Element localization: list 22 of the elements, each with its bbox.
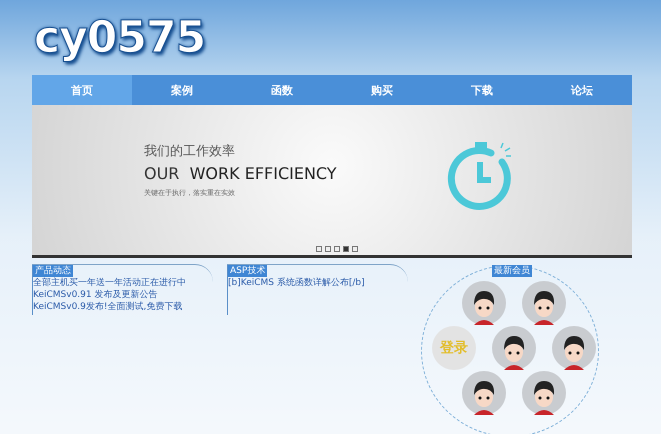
nav-tab[interactable]: 案例 bbox=[132, 75, 232, 105]
avatar-icon[interactable] bbox=[522, 281, 566, 325]
panel-title: 产品动态 bbox=[33, 265, 73, 277]
banner-heading: 我们的工作效率 bbox=[144, 143, 236, 160]
avatar-icon[interactable] bbox=[522, 371, 566, 415]
avatar-icon[interactable] bbox=[462, 281, 506, 325]
nav-tab[interactable]: 函数 bbox=[232, 75, 332, 105]
news-link[interactable]: [b]KeiCMS 系统函数详解公布[/b] bbox=[228, 277, 365, 289]
banner-title: OUR WORK EFFICIENCY bbox=[144, 164, 337, 183]
avatar-icon[interactable] bbox=[462, 371, 506, 415]
news-link[interactable]: KeiCMSv0.9发布!全面测试,免费下载 bbox=[33, 301, 182, 313]
nav-tab[interactable]: 下载 bbox=[432, 75, 532, 105]
avatar-icon[interactable] bbox=[552, 326, 596, 370]
news-link[interactable]: 全部主机买一年送一年活动正在进行中 bbox=[33, 277, 186, 289]
nav-tab[interactable]: 论坛 bbox=[532, 75, 632, 105]
nav-tab[interactable]: 购买 bbox=[332, 75, 432, 105]
avatar-icon[interactable] bbox=[492, 326, 536, 370]
site-logo[interactable]: cy0575 bbox=[34, 12, 206, 63]
news-link[interactable]: KeiCMSv0.91 发布及更新公告 bbox=[33, 289, 158, 301]
members-title: 最新会员 bbox=[492, 265, 532, 277]
nav-tab[interactable]: 首页 bbox=[32, 75, 132, 105]
panel-title: ASP技术 bbox=[228, 265, 268, 277]
